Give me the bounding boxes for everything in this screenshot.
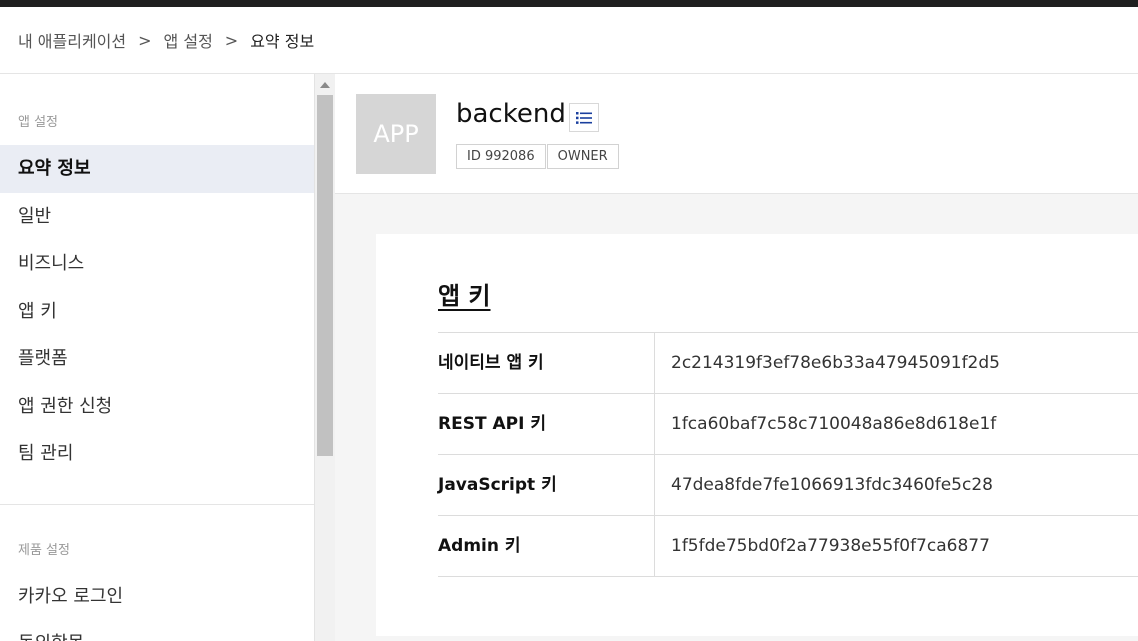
sidebar-item-team-management[interactable]: 팀 관리 bbox=[0, 430, 314, 478]
breadcrumb-separator: > bbox=[224, 30, 239, 50]
key-value-native[interactable]: 2c214319f3ef78e6b33a47945091f2d5 bbox=[655, 333, 1000, 393]
app-tags: ID 992086 OWNER bbox=[456, 144, 620, 169]
app-keys-title: 앱 키 bbox=[438, 282, 491, 310]
key-value-rest-api[interactable]: 1fca60baf7c58c710048a86e8d618e1f bbox=[655, 394, 996, 454]
app-name: backend bbox=[456, 99, 566, 129]
table-row: Admin 키 1f5fde75bd0f2a77938e55f0f7ca6877 bbox=[438, 516, 1138, 577]
key-value-javascript[interactable]: 47dea8fde7fe1066913fdc3460fe5c28 bbox=[655, 455, 993, 515]
owner-tag: OWNER bbox=[546, 144, 619, 169]
key-value-admin[interactable]: 1f5fde75bd0f2a77938e55f0f7ca6877 bbox=[655, 516, 990, 576]
top-bar bbox=[0, 0, 1138, 7]
sidebar-item-business[interactable]: 비즈니스 bbox=[0, 240, 314, 288]
sidebar-item-app-keys[interactable]: 앱 키 bbox=[0, 288, 314, 336]
key-name-native: 네이티브 앱 키 bbox=[438, 333, 655, 393]
scroll-up-arrow-icon[interactable] bbox=[320, 82, 330, 88]
breadcrumb: 내 애플리케이션 > 앱 설정 > 요약 정보 bbox=[0, 7, 1138, 74]
sidebar-item-kakao-login[interactable]: 카카오 로그인 bbox=[0, 573, 314, 621]
app-keys-card: 앱 키 네이티브 앱 키 2c214319f3ef78e6b33a4794509… bbox=[376, 234, 1138, 636]
breadcrumb-separator: > bbox=[138, 30, 152, 50]
key-name-rest-api: REST API 키 bbox=[438, 394, 655, 454]
app-thumbnail: APP bbox=[356, 94, 436, 174]
sidebar-item-platform[interactable]: 플랫폼 bbox=[0, 335, 314, 383]
sidebar: 앱 설정 요약 정보 일반 비즈니스 앱 키 플랫폼 앱 권한 신청 팀 관리 … bbox=[0, 74, 314, 641]
sidebar-scrollbar[interactable] bbox=[314, 74, 335, 641]
breadcrumb-my-apps[interactable]: 내 애플리케이션 bbox=[18, 28, 126, 52]
sidebar-section-title-product-settings: 제품 설정 bbox=[18, 542, 70, 558]
breadcrumb-app-settings[interactable]: 앱 설정 bbox=[164, 28, 213, 52]
list-icon bbox=[576, 111, 592, 124]
sidebar-item-permission-request[interactable]: 앱 권한 신청 bbox=[0, 383, 314, 431]
table-row: JavaScript 키 47dea8fde7fe1066913fdc3460f… bbox=[438, 455, 1138, 516]
key-name-javascript: JavaScript 키 bbox=[438, 455, 655, 515]
main-content: APP backend ID 992086 OWNER 앱 키 네이티브 앱 키… bbox=[335, 74, 1138, 641]
sidebar-item-general[interactable]: 일반 bbox=[0, 193, 314, 241]
scrollbar-thumb[interactable] bbox=[317, 95, 333, 456]
app-keys-table: 네이티브 앱 키 2c214319f3ef78e6b33a47945091f2d… bbox=[438, 332, 1138, 577]
sidebar-item-summary[interactable]: 요약 정보 bbox=[0, 145, 314, 193]
table-row: 네이티브 앱 키 2c214319f3ef78e6b33a47945091f2d… bbox=[438, 333, 1138, 394]
breadcrumb-current: 요약 정보 bbox=[250, 32, 315, 51]
app-header: APP backend ID 992086 OWNER bbox=[335, 74, 1138, 194]
key-name-admin: Admin 키 bbox=[438, 516, 655, 576]
table-row: REST API 키 1fca60baf7c58c710048a86e8d618… bbox=[438, 394, 1138, 455]
sidebar-item-consent-items[interactable]: 동의항목 bbox=[0, 620, 314, 641]
app-menu-button[interactable] bbox=[569, 103, 599, 132]
sidebar-section-title-app-settings: 앱 설정 bbox=[18, 115, 59, 130]
app-id-tag: ID 992086 bbox=[456, 144, 546, 169]
